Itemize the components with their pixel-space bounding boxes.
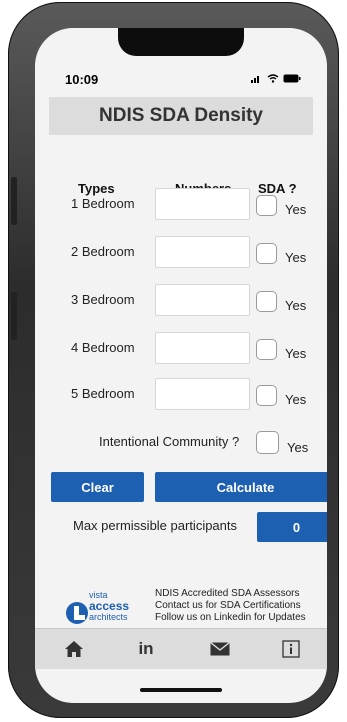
row-label: 3 Bedroom xyxy=(71,292,135,307)
bedroom-3-number-input[interactable] xyxy=(155,284,250,316)
footer-line: NDIS Accredited SDA Assessors xyxy=(155,588,300,599)
battery-icon xyxy=(283,74,301,83)
logo-mark-icon xyxy=(66,602,88,624)
wifi-icon xyxy=(267,74,279,83)
row-label: 5 Bedroom xyxy=(71,386,135,401)
yes-label: Yes xyxy=(287,440,309,455)
bedroom-3-sda-checkbox[interactable] xyxy=(256,291,277,312)
tab-info[interactable] xyxy=(276,637,306,661)
bedroom-2-sda-checkbox[interactable] xyxy=(256,243,277,264)
table-row: 3 Bedroom Yes xyxy=(35,284,327,318)
result-value: 0 xyxy=(257,512,327,542)
screen: 10:09 NDIS SDA Density Types SDA ? 1 Bed… xyxy=(35,28,327,703)
mail-icon xyxy=(210,642,230,656)
row-label: 1 Bedroom xyxy=(71,196,135,211)
status-icons xyxy=(251,74,301,83)
bedroom-1-number-input[interactable] xyxy=(155,188,250,220)
linkedin-icon: in xyxy=(138,639,154,658)
bedroom-2-number-input[interactable] xyxy=(155,236,250,268)
table-row: 4 Bedroom Yes xyxy=(35,332,327,366)
logo-word-architects: architects xyxy=(89,612,128,622)
bedroom-1-sda-checkbox[interactable] xyxy=(256,195,277,216)
yes-label: Yes xyxy=(285,392,307,407)
yes-label: Yes xyxy=(285,250,307,265)
phone-frame: 10:09 NDIS SDA Density Types SDA ? 1 Bed… xyxy=(8,2,339,718)
row-label: 4 Bedroom xyxy=(71,340,135,355)
home-icon xyxy=(65,641,83,657)
volume-button-lower xyxy=(11,292,17,340)
yes-label: Yes xyxy=(285,202,307,217)
tab-mail[interactable] xyxy=(205,637,235,661)
tab-bar: in xyxy=(35,628,327,669)
info-icon xyxy=(282,640,300,658)
result-label: Max permissible participants xyxy=(73,518,238,533)
bedroom-4-sda-checkbox[interactable] xyxy=(256,339,277,360)
row-label: 2 Bedroom xyxy=(71,244,135,259)
vista-access-logo[interactable]: vista access architects xyxy=(65,590,151,630)
bedroom-5-sda-checkbox[interactable] xyxy=(256,385,277,406)
community-checkbox[interactable] xyxy=(256,431,279,454)
tab-linkedin[interactable]: in xyxy=(131,637,161,661)
table-row: 2 Bedroom Yes xyxy=(35,236,327,270)
yes-label: Yes xyxy=(285,298,307,313)
logo-word-access: access xyxy=(89,599,130,613)
calculate-button[interactable]: Calculate xyxy=(155,472,327,502)
title-bar: NDIS SDA Density xyxy=(49,97,313,135)
community-label: Intentional Community ? xyxy=(99,434,240,449)
home-indicator[interactable] xyxy=(140,688,222,692)
footer-text: NDIS Accredited SDA Assessors Contact us… xyxy=(155,588,306,624)
bedroom-4-number-input[interactable] xyxy=(155,332,250,364)
status-time: 10:09 xyxy=(65,72,99,87)
tab-home[interactable] xyxy=(59,637,89,661)
notch xyxy=(118,28,244,56)
bedroom-5-number-input[interactable] xyxy=(155,378,250,410)
status-bar: 10:09 xyxy=(35,72,327,88)
yes-label: Yes xyxy=(285,346,307,361)
footer-line: Follow us on Linkedin for Updates xyxy=(155,612,306,623)
signal-icon xyxy=(251,76,259,83)
table-row: 5 Bedroom Yes xyxy=(35,378,327,412)
clear-button[interactable]: Clear xyxy=(51,472,144,502)
volume-button xyxy=(11,177,17,225)
footer-line: Contact us for SDA Certifications xyxy=(155,600,301,611)
page-title: NDIS SDA Density xyxy=(99,105,263,126)
table-row: 1 Bedroom Yes xyxy=(35,188,327,222)
